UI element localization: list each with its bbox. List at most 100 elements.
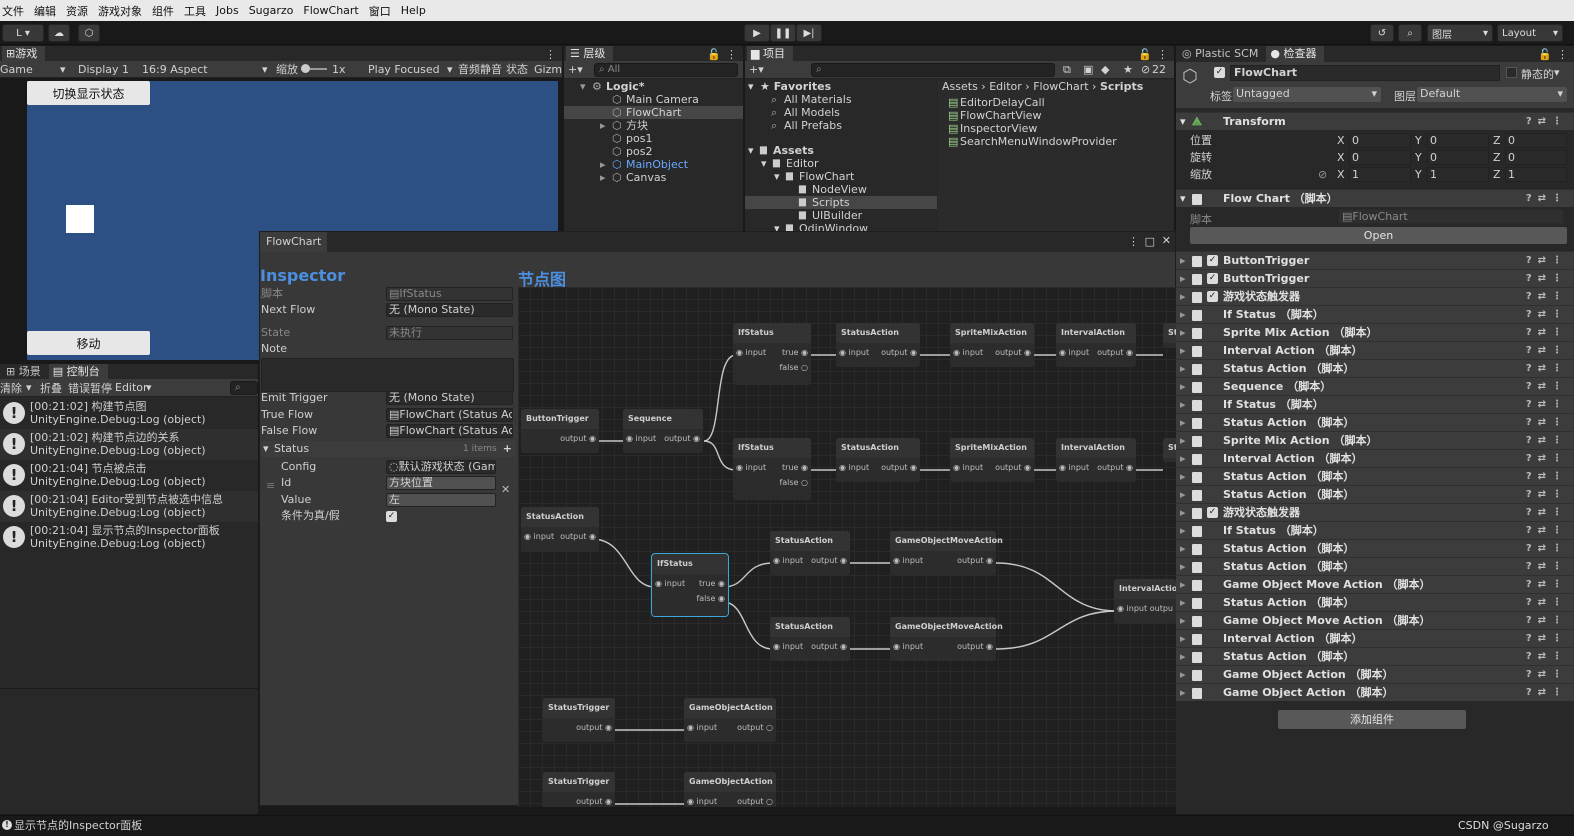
component-actions-icon[interactable]: ?⇄⋮ (1526, 288, 1568, 305)
node-port[interactable]: ◉ input (953, 463, 983, 472)
node-port[interactable]: ◉ input (893, 642, 923, 651)
graph-node[interactable]: StatusTrigger output ◉ (543, 772, 615, 807)
node-port[interactable]: true ◉ (699, 579, 725, 588)
menu-item-8[interactable]: FlowChart (303, 4, 358, 17)
tab-project[interactable]: ▆ 项目 (747, 46, 793, 62)
component-actions-icon[interactable]: ?⇄⋮ (1526, 324, 1568, 341)
graph-node[interactable]: SpriteMixAction ◉ input output ◉ (950, 438, 1034, 482)
transform-field[interactable]: 1 (1505, 167, 1567, 182)
lock-icon[interactable]: 🔓 (707, 48, 721, 61)
menu-item-7[interactable]: Sugarzo (249, 4, 294, 17)
log-entry[interactable]: ! [00:21:02] 构建节点边的关系 UnityEngine.Debug:Lo… (0, 429, 258, 460)
layer-dropdown[interactable]: Default ▾ (1417, 87, 1567, 102)
component-actions-icon[interactable]: ?⇄⋮ (1526, 576, 1568, 593)
open-button[interactable]: Open (1190, 227, 1567, 244)
collapse-button[interactable]: 折叠 (40, 380, 62, 396)
component-actions-icon[interactable]: ?⇄⋮ (1526, 270, 1568, 287)
component-header[interactable]: ▸ Interval Action （脚本） ?⇄⋮ (1176, 629, 1574, 647)
node-port[interactable]: ◉ input (1059, 348, 1089, 357)
component-actions-icon[interactable]: ?⇄⋮ (1526, 396, 1568, 413)
component-header[interactable]: ▸ Status Action （脚本） ?⇄⋮ (1176, 539, 1574, 557)
node-port[interactable]: false ◉ (696, 594, 725, 603)
graph-node[interactable]: GameObjectAction ◉ input output ○ (684, 772, 776, 807)
graph-node[interactable]: StatusAction ◉ input output ◉ (836, 323, 920, 367)
component-actions-icon[interactable]: ?⇄⋮ (1526, 522, 1568, 539)
transform-field[interactable]: 0 (1349, 150, 1411, 165)
component-actions-icon[interactable]: ?⇄⋮ (1526, 414, 1568, 431)
node-port[interactable]: false ○ (779, 478, 808, 487)
project-tree-item[interactable]: ▾ ▆ Assets (745, 144, 937, 157)
lock-icon[interactable]: 🔓 (1538, 48, 1552, 61)
toggle-state-button[interactable]: 切换显示状态 (27, 81, 150, 105)
favorite-item[interactable]: ▾ ★ Favorites (745, 80, 937, 93)
node-port[interactable]: ◉ input (626, 434, 656, 443)
display-dropdown[interactable]: Display 1 (78, 63, 129, 76)
tab-console[interactable]: ▤ 控制台 (48, 364, 108, 380)
note-textarea[interactable] (261, 358, 514, 392)
favorite-item[interactable]: ⌕ All Prefabs (745, 119, 937, 132)
node-port[interactable]: output ◉ (560, 434, 596, 443)
static-checkbox[interactable] (1506, 67, 1517, 78)
menu-item-9[interactable]: 窗口 (369, 3, 391, 19)
node-port[interactable]: output ◉ (1097, 463, 1133, 472)
play-button[interactable]: ▶ (744, 24, 770, 42)
component-header[interactable]: ▸ Game Object Move Action （脚本） ?⇄⋮ (1176, 575, 1574, 593)
pause-button[interactable]: ❚❚ (770, 24, 796, 42)
component-header[interactable]: ▸ Sprite Mix Action （脚本） ?⇄⋮ (1176, 323, 1574, 341)
node-port[interactable]: ◉ input (524, 532, 554, 541)
component-header[interactable]: ▸ Game Object Action （脚本） ?⇄⋮ (1176, 665, 1574, 683)
graph-node[interactable]: St (1163, 438, 1176, 462)
type-filter-icon[interactable]: ▣ (1083, 63, 1093, 76)
log-entry[interactable]: ! [00:21:04] 节点被点击 UnityEngine.Debug:Log (… (0, 460, 258, 491)
hierarchy-item[interactable]: ⬡ pos2 (564, 145, 743, 158)
node-port[interactable]: ◉ input (773, 556, 803, 565)
graph-node[interactable]: IntervalAction ◉ input output ◉ (1056, 438, 1136, 482)
component-actions-icon[interactable]: ?⇄⋮ (1526, 190, 1568, 207)
node-graph[interactable]: ButtonTrigger output ◉ Sequence ◉ input outp… (518, 287, 1176, 807)
menu-item-3[interactable]: 游戏对象 (98, 3, 142, 19)
component-header[interactable]: ▸ Sequence （脚本） ?⇄⋮ (1176, 377, 1574, 395)
component-header[interactable]: ▸ ✓ 游戏状态触发器 ?⇄⋮ (1176, 503, 1574, 521)
graph-node[interactable]: GameObjectMoveAction ◉ input output ◉ (890, 617, 1003, 661)
favorite-item[interactable]: ⌕ All Models (745, 106, 937, 119)
component-header[interactable]: ▸ If Status （脚本） ?⇄⋮ (1176, 305, 1574, 323)
breadcrumb-item[interactable]: FlowChart (1033, 80, 1088, 93)
component-actions-icon[interactable]: ?⇄⋮ (1526, 360, 1568, 377)
eye-off-icon[interactable]: ⊘ (1141, 63, 1150, 76)
graph-node[interactable]: GameObjectMoveAction ◉ input output ◉ (890, 531, 1003, 575)
node-port[interactable]: output ◉ (664, 434, 700, 443)
lock-icon[interactable]: 🔓 (1138, 48, 1152, 61)
add-icon[interactable]: +▾ (568, 63, 583, 76)
component-actions-icon[interactable]: ?⇄⋮ (1526, 306, 1568, 323)
node-port[interactable]: ◉ input (1059, 463, 1089, 472)
component-actions-icon[interactable]: ?⇄⋮ (1526, 612, 1568, 629)
component-actions-icon[interactable]: ?⇄⋮ (1526, 113, 1568, 130)
active-checkbox[interactable]: ✓ (1214, 67, 1225, 78)
kebab-icon[interactable]: ⋮ (726, 48, 737, 61)
hierarchy-item[interactable]: ⬡ pos1 (564, 132, 743, 145)
enable-checkbox[interactable]: ✓ (1207, 255, 1218, 266)
hierarchy-item[interactable]: ▸ ⬡ 方块 (564, 119, 743, 132)
graph-node[interactable]: IfStatus ◉ input true ◉ false ○ (733, 438, 811, 500)
transform-field[interactable]: 0 (1427, 150, 1489, 165)
chevron-icon[interactable]: ▸ (600, 158, 606, 171)
chevron-icon[interactable]: ▸ (600, 171, 606, 184)
editor-dropdown[interactable]: Editor (115, 381, 148, 394)
component-header[interactable]: ▸ Status Action （脚本） ?⇄⋮ (1176, 485, 1574, 503)
component-header[interactable]: ▸ Status Action （脚本） ?⇄⋮ (1176, 647, 1574, 665)
component-actions-icon[interactable]: ?⇄⋮ (1526, 342, 1568, 359)
link-icon[interactable]: ⊘ (1318, 166, 1327, 183)
hierarchy-item[interactable]: ▸ ⬡ MainObject (564, 158, 743, 171)
menu-item-0[interactable]: 文件 (2, 3, 24, 19)
step-button[interactable]: ▶| (796, 24, 822, 42)
tab-inspector[interactable]: ● 检查器 (1266, 46, 1325, 62)
next-flow-field[interactable]: 无 (Mono State) (386, 303, 513, 317)
node-port[interactable]: output ○ (737, 797, 773, 806)
account-button[interactable]: L ▾ (2, 24, 44, 42)
true-flow-field[interactable]: ▤FlowChart (Status Acti (386, 408, 513, 422)
graph-node[interactable]: GameObjectAction ◉ input output ○ (684, 698, 776, 742)
close-icon[interactable]: ✕ (1162, 234, 1171, 247)
transform-field[interactable]: 1 (1349, 167, 1411, 182)
component-header[interactable]: ▸ Sprite Mix Action （脚本） ?⇄⋮ (1176, 431, 1574, 449)
hierarchy-item[interactable]: ▾ ⚙ Logic* (564, 80, 743, 93)
